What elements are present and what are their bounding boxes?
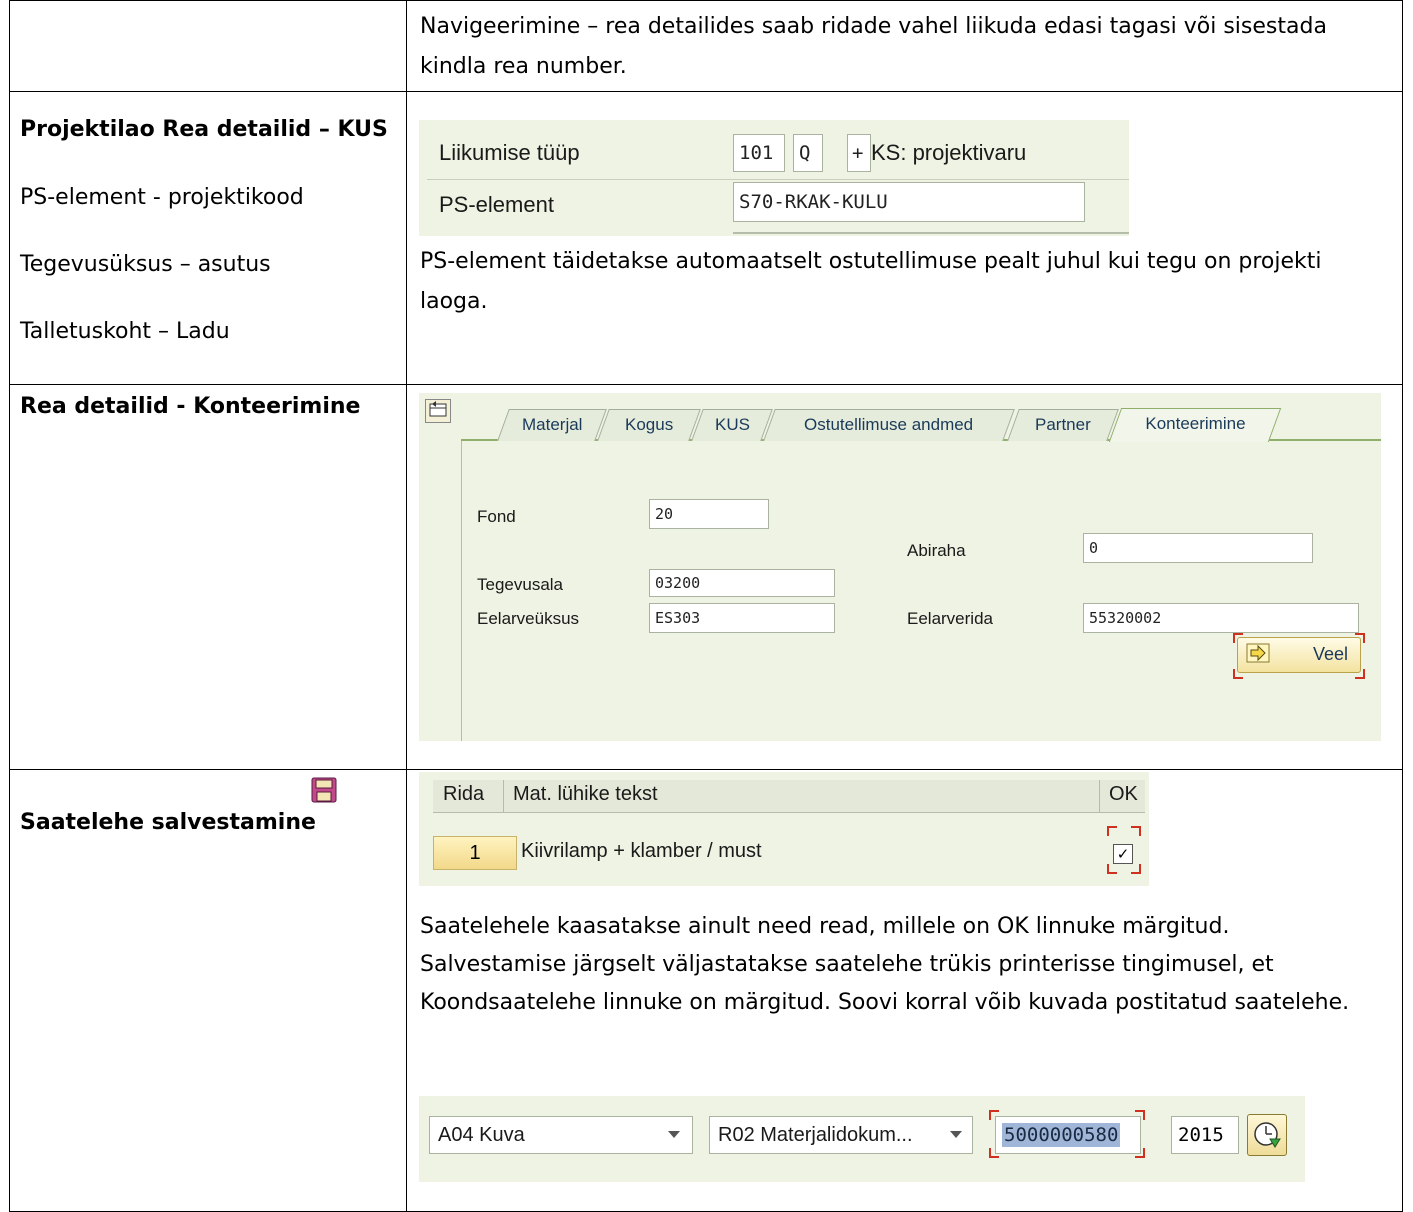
table-row: Saatelehe salvestamine Rida Mat. lühike … [9,769,1403,1212]
eelarveuksus-label: Eelarveüksus [477,609,580,628]
divider [733,232,1129,234]
output-bar-screenshot: A04 Kuva R02 Materjalidokum... 500000058… [419,1096,1305,1182]
table-row: Navigeerimine – rea detailides saab rida… [9,0,1403,92]
execute-button[interactable] [1247,1114,1287,1156]
eelarverida-field[interactable]: 55320002 [1083,603,1359,633]
right-cell: Liikumise tüüp 101 Q + KS: projektivaru … [406,91,1403,385]
grid-screenshot: Rida Mat. lühike tekst OK 1 Kiivrilamp +… [419,772,1149,886]
fond-label: Fond [477,507,516,526]
section-title: Saatelehe salvestamine [20,810,316,835]
year-field[interactable]: 2015 [1171,1116,1239,1154]
fond-field[interactable]: 20 [649,499,769,529]
focus-marker [1131,826,1141,836]
veel-button[interactable]: Veel [1237,637,1361,673]
right-cell: Materjal Kogus KUS Ostutellimuse andmed … [406,384,1403,770]
left-cell: Projektilao Rea detailid – KUS PS-elemen… [9,91,407,385]
veel-label: Veel [1312,644,1348,664]
table-row: Rea detailid - Konteerimine Materjal Kog… [9,384,1403,770]
ok-checkbox[interactable]: ✓ [1113,844,1133,864]
movement-plus-field[interactable]: + [847,134,871,172]
focus-marker [1233,669,1243,679]
tegevusala-field[interactable]: 03200 [649,569,835,597]
focus-marker [1355,669,1365,679]
document-table: Navigeerimine – rea detailides saab rida… [9,0,1403,1212]
tab-konteerimine[interactable]: Konteerimine [1108,408,1282,442]
right-cell: Navigeerimine – rea detailides saab rida… [406,0,1403,92]
tegevusuksus-note: Tegevusüksus – asutus [20,252,271,277]
ps-element-description: PS-element täidetakse automaatselt ostut… [420,249,1322,314]
expand-icon[interactable] [425,399,451,423]
grid-header: Rida Mat. lühike tekst OK [433,780,1145,813]
movement-type-label: Liikumise tüüp [439,140,580,165]
divider [503,780,504,812]
focus-marker [989,1148,999,1158]
ps-element-label: PS-element [439,192,554,217]
output-type-select[interactable]: A04 Kuva [429,1116,693,1154]
left-cell [9,0,407,92]
document-type-select[interactable]: R02 Materjalidokum... [709,1116,973,1154]
save-icon [311,777,337,807]
ps-element-note: PS-element - projektikood [20,185,304,210]
movement-type-field[interactable]: 101 [733,134,785,172]
document-number-field[interactable]: 5000000580 [995,1116,1141,1154]
table-row: Projektilao Rea detailid – KUS PS-elemen… [9,91,1403,385]
konteerimine-screenshot: Materjal Kogus KUS Ostutellimuse andmed … [419,393,1381,741]
focus-marker [989,1110,999,1120]
focus-marker [1355,633,1365,643]
left-cell: Saatelehe salvestamine [9,769,407,1212]
chevron-down-icon [668,1131,680,1138]
focus-marker [1107,864,1117,874]
tab-kogus[interactable]: Kogus [597,409,701,441]
focus-marker [1135,1148,1145,1158]
grid-header-rida: Rida [443,783,485,805]
focus-marker [1135,1110,1145,1120]
save-description: Saatelehele kaasatakse ainult need read,… [420,914,1350,1015]
eelarveuksus-field[interactable]: ES303 [649,603,835,633]
focus-marker [1131,864,1141,874]
tab-materjal[interactable]: Materjal [497,409,607,441]
movement-q-field[interactable]: Q [793,134,823,172]
left-cell: Rea detailid - Konteerimine [9,384,407,770]
focus-marker [1107,826,1117,836]
tab-partner[interactable]: Partner [1007,409,1119,441]
tegevusala-label: Tegevusala [477,575,564,594]
eelarverida-label: Eelarverida [907,609,993,628]
grid-header-ok: OK [1109,783,1138,805]
talletuskoht-note: Talletuskoht – Ladu [20,319,230,344]
row-number-button[interactable]: 1 [433,836,517,870]
panel-border [461,441,462,741]
grid-header-text: Mat. lühike tekst [513,783,658,805]
movement-type-text: KS: projektivaru [871,140,1027,165]
chevron-down-icon [950,1131,962,1138]
kus-screenshot: Liikumise tüüp 101 Q + KS: projektivaru … [419,120,1129,236]
divider [1099,780,1100,812]
abiraha-field[interactable]: 0 [1083,533,1313,563]
tab-ostutellimuse-andmed[interactable]: Ostutellimuse andmed [763,409,1015,441]
section-title: Rea detailid - Konteerimine [20,394,361,419]
divider [427,179,1129,180]
arrow-right-icon [1246,643,1270,667]
ps-element-field[interactable]: S70-RKAK-KULU [733,182,1085,222]
focus-marker [1233,633,1243,643]
tab-kus[interactable]: KUS [691,409,773,441]
grid-row-text: Kiivrilamp + klamber / must [521,840,762,862]
navigation-note: Navigeerimine – rea detailides saab rida… [420,14,1327,79]
right-cell: Rida Mat. lühike tekst OK 1 Kiivrilamp +… [406,769,1403,1212]
clock-icon [1254,1122,1281,1148]
section-title: Projektilao Rea detailid – KUS [20,117,388,142]
abiraha-label: Abiraha [907,541,966,560]
